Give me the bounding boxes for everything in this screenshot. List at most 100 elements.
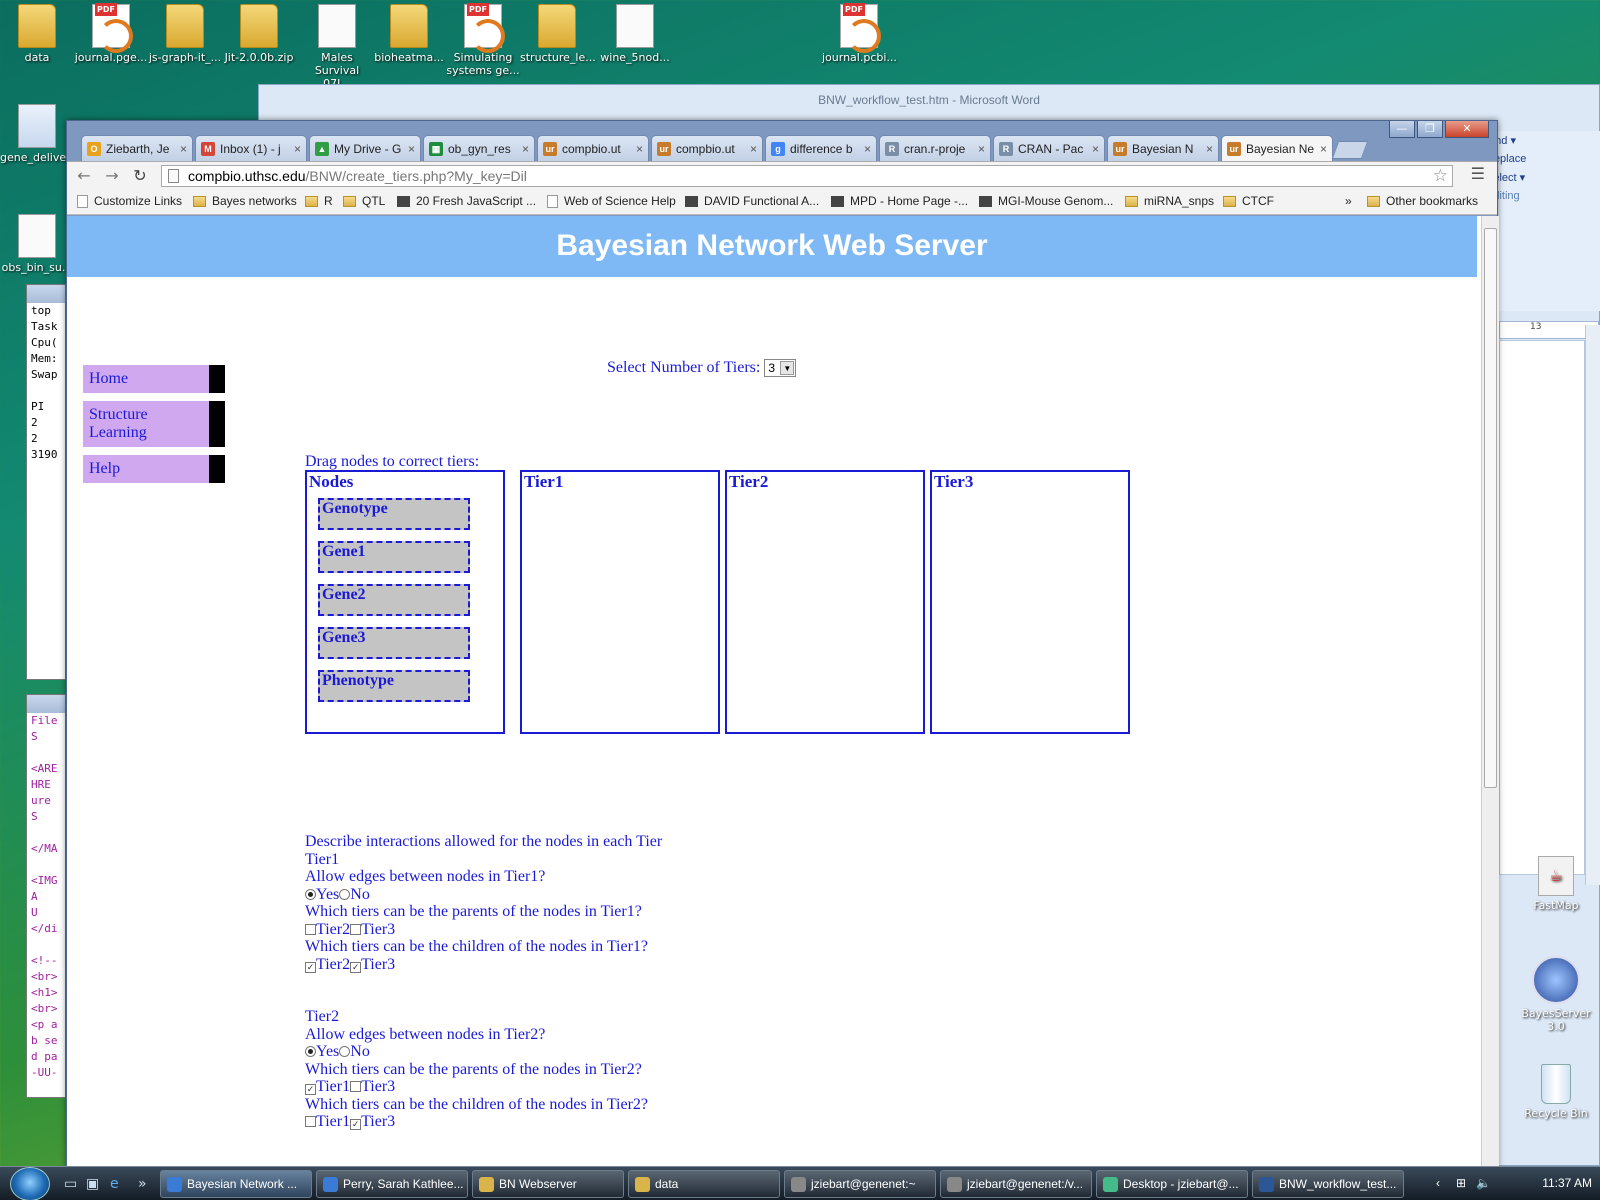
browser-tab[interactable]: ▦ ob_gyn_res × (423, 135, 535, 161)
chrome-window[interactable]: — ❐ ✕ O Ziebarth, Je × M Inbox (1) - j × ▲ My D… (66, 120, 1499, 1169)
bookmark-item[interactable]: Customize Links (77, 194, 182, 208)
tier1-box[interactable]: Tier1 (520, 470, 720, 734)
tab-close-icon[interactable]: × (408, 142, 415, 156)
word-document-page[interactable] (1499, 340, 1585, 875)
desktop-icon-recycle-bin[interactable]: Recycle Bin (1520, 1064, 1592, 1120)
other-bookmarks[interactable]: Other bookmarks (1367, 194, 1478, 208)
browser-tab[interactable]: ur compbio.ut × (651, 135, 763, 161)
new-tab-button[interactable] (1331, 141, 1369, 159)
tier1-parent-tier3-checkbox[interactable] (350, 923, 362, 935)
browser-tab[interactable]: ▲ My Drive - G × (309, 135, 421, 161)
address-bar[interactable]: compbio.uthsc.edu/BNW/create_tiers.php?M… (161, 165, 1453, 187)
desktop-icon[interactable]: PDF Simulating systems ge... (446, 3, 520, 77)
taskbar-button[interactable]: data (628, 1170, 780, 1198)
desktop-icon[interactable]: PDF journal.pcbi... (822, 3, 897, 64)
show-desktop-icon[interactable]: ▭ (64, 1176, 80, 1192)
browser-tab[interactable]: ur Bayesian N × (1107, 135, 1219, 161)
volume-icon[interactable]: 🔈 (1476, 1176, 1491, 1190)
browser-tab[interactable]: ur compbio.ut × (537, 135, 649, 161)
desktop-icon[interactable]: data (0, 4, 74, 64)
bookmark-item[interactable]: DAVID Functional A... (685, 194, 819, 208)
bookmark-item[interactable]: 20 Fresh JavaScript ... (397, 194, 536, 208)
desktop-icon[interactable]: js-graph-it_... (148, 4, 222, 64)
close-window-button[interactable]: ✕ (1445, 121, 1489, 138)
start-button[interactable] (10, 1167, 50, 1200)
word-scrollbar[interactable] (1585, 325, 1600, 885)
draggable-node[interactable]: Phenotype (318, 670, 470, 702)
tab-close-icon[interactable]: × (1206, 142, 1213, 156)
tier1-child-tier3-checkbox[interactable]: ✓ (350, 961, 362, 973)
desktop-icon[interactable]: bioheatma... (372, 4, 446, 64)
browser-tab[interactable]: M Inbox (1) - j × (195, 135, 307, 161)
desktop-icon[interactable]: Males Survival 07J... (300, 4, 374, 90)
desktop-icon[interactable]: PDF journal.pge... (74, 3, 148, 64)
bookmarks-overflow-icon[interactable]: » (1345, 194, 1352, 208)
nav-home[interactable]: Home (83, 365, 225, 393)
scrollbar-thumb[interactable] (1484, 228, 1497, 788)
tier1-edges-yes-radio[interactable] (305, 888, 316, 900)
taskbar-button[interactable]: BN Webserver (472, 1170, 624, 1198)
terminal-window-top[interactable]: top Task Cpu(Mem: Swap PI 2 2 3190 (26, 284, 66, 680)
browser-tab[interactable]: ur Bayesian Ne × (1221, 135, 1333, 162)
bookmark-star-icon[interactable]: ☆ (1433, 166, 1448, 186)
desktop-icon[interactable]: obs_bin_su... (0, 214, 74, 274)
tier2-edges-no-radio[interactable] (339, 1046, 351, 1057)
tier1-child-tier2-checkbox[interactable]: ✓ (305, 961, 316, 973)
taskbar-button[interactable]: Desktop - jziebart@... (1096, 1170, 1248, 1198)
bookmark-item[interactable]: MGI-Mouse Genom... (979, 194, 1113, 208)
clock[interactable]: 11:37 AM (1542, 1176, 1592, 1190)
ie-icon[interactable]: e (110, 1176, 126, 1192)
bookmark-item[interactable]: MPD - Home Page -... (831, 194, 968, 208)
bookmark-item[interactable]: Web of Science Help (547, 194, 676, 208)
tier-count-select[interactable]: 3 ▼ (764, 359, 797, 378)
network-icon[interactable]: ⊞ (1456, 1176, 1466, 1190)
quicklaunch-overflow-icon[interactable]: » (138, 1176, 154, 1192)
tab-close-icon[interactable]: × (1092, 142, 1099, 156)
reload-icon[interactable]: ↻ (129, 166, 151, 185)
browser-tab[interactable]: R CRAN - Pac × (993, 135, 1105, 161)
taskbar-button[interactable]: Perry, Sarah Kathlee... (316, 1170, 468, 1198)
tray-chevron-icon[interactable]: ‹ (1436, 1176, 1440, 1190)
nav-structure-learning[interactable]: Structure Learning (83, 401, 225, 447)
tab-close-icon[interactable]: × (294, 142, 301, 156)
bookmark-item[interactable]: miRNA_snps (1125, 194, 1214, 208)
tab-close-icon[interactable]: × (636, 142, 643, 156)
forward-icon[interactable]: → (101, 166, 123, 185)
desktop-icon[interactable]: wine_5nod... (598, 4, 672, 64)
tier2-parent-tier3-checkbox[interactable] (350, 1081, 362, 1092)
browser-tab[interactable]: g difference b × (765, 135, 877, 161)
back-icon[interactable]: ← (73, 166, 95, 185)
bookmark-item[interactable]: Bayes networks (193, 194, 297, 208)
desktop-icon[interactable]: structure_le... (520, 4, 596, 64)
taskbar-button[interactable]: jziebart@genenet:/v... (940, 1170, 1092, 1198)
tier2-child-tier3-checkbox[interactable]: ✓ (350, 1119, 362, 1130)
menu-icon[interactable]: ☰ (1471, 164, 1485, 183)
tab-close-icon[interactable]: × (978, 142, 985, 156)
page-scrollbar[interactable] (1481, 216, 1499, 1169)
tab-close-icon[interactable]: × (1320, 142, 1327, 156)
desktop-icon[interactable]: Jit-2.0.0b.zip (222, 4, 296, 64)
draggable-node[interactable]: Genotype (318, 498, 470, 530)
tier1-edges-no-radio[interactable] (339, 888, 351, 900)
bookmark-item[interactable]: CTCF (1223, 194, 1274, 208)
nodes-box[interactable]: Nodes Genotype Gene1 Gene2 Gene3 Phenotype (305, 470, 505, 734)
taskbar-button[interactable]: Bayesian Network ... (160, 1170, 312, 1198)
taskbar-button[interactable]: jziebart@genenet:~ (784, 1170, 936, 1198)
desktop-icon[interactable]: gene_delive... (0, 104, 77, 164)
tier2-edges-yes-radio[interactable] (305, 1046, 316, 1057)
tab-close-icon[interactable]: × (522, 142, 529, 156)
nav-help[interactable]: Help (83, 455, 225, 483)
desktop-icon-bayesserver[interactable]: BayesServer 3.0 (1520, 956, 1592, 1033)
desktop-icon-fastmap[interactable]: ☕ FastMap (1520, 856, 1592, 912)
tier3-box[interactable]: Tier3 (930, 470, 1130, 734)
draggable-node[interactable]: Gene1 (318, 541, 470, 573)
tier2-box[interactable]: Tier2 (725, 470, 925, 734)
browser-tab[interactable]: Rcran.r-proje × (879, 135, 991, 161)
tier2-parent-tier1-checkbox[interactable]: ✓ (305, 1084, 316, 1095)
tab-close-icon[interactable]: × (180, 142, 187, 156)
tier1-parent-tier2-checkbox[interactable] (305, 923, 316, 935)
taskbar-button[interactable]: BNW_workflow_test... (1252, 1170, 1404, 1198)
tab-close-icon[interactable]: × (864, 142, 871, 156)
terminal-window-emacs[interactable]: File S <ARE HRE ure S </MA <IMG A U </di <!-- <br> <h… (26, 694, 66, 1098)
tier2-child-tier1-checkbox[interactable] (305, 1116, 316, 1127)
